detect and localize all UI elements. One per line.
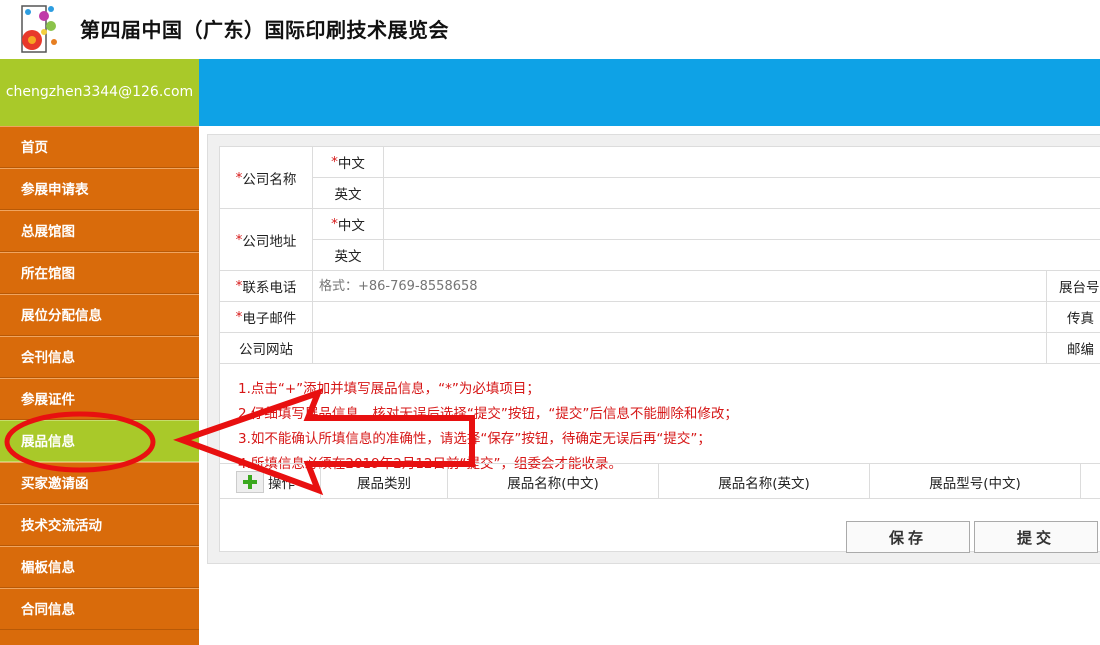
company-address-cn-field[interactable] bbox=[384, 209, 1100, 240]
sidebar-item-my-hall[interactable]: 所在馆图 bbox=[0, 252, 199, 294]
website-label: 公司网站 bbox=[220, 333, 313, 364]
sidebar-item-badges[interactable]: 参展证件 bbox=[0, 378, 199, 420]
app-root: 第四届中国（广东）国际印刷技术展览会 chengzhen3344@126.com… bbox=[0, 0, 1100, 645]
logo-icon bbox=[21, 5, 57, 53]
company-name-en-label: 英文 bbox=[313, 178, 384, 209]
sidebar-item-contract[interactable]: 合同信息 bbox=[0, 588, 199, 630]
email-label: * 电子邮件 bbox=[220, 302, 313, 333]
exhibit-form: * 公司名称 * 中文 英文 * 公司地址 * 中文 英文 * 联系电话 格式：… bbox=[219, 146, 1100, 553]
add-exhibit-button[interactable] bbox=[236, 471, 264, 493]
zip-label: 邮编 bbox=[1047, 333, 1100, 364]
company-name-cn-label: * 中文 bbox=[313, 147, 384, 178]
sidebar-item-fascia[interactable]: 楣板信息 bbox=[0, 546, 199, 588]
email-field[interactable] bbox=[313, 302, 1047, 333]
save-button[interactable]: 保存 bbox=[846, 521, 970, 553]
sidebar-item-tech-seminar[interactable]: 技术交流活动 bbox=[0, 504, 199, 546]
sidebar-item-catalogue[interactable]: 会刊信息 bbox=[0, 336, 199, 378]
booth-label: 展台号 bbox=[1047, 271, 1100, 302]
instruction-line: 1.点击“+”添加并填写展品信息，“*”为必填项目； bbox=[238, 381, 540, 397]
column-header-name-en: 展品名称(英文) bbox=[659, 464, 870, 499]
header: 第四届中国（广东）国际印刷技术展览会 bbox=[0, 0, 1100, 59]
company-address-en-field[interactable] bbox=[384, 240, 1100, 271]
sidebar-item-application[interactable]: 参展申请表 bbox=[0, 168, 199, 210]
fax-label: 传真 bbox=[1047, 302, 1100, 333]
company-address-cn-input[interactable] bbox=[390, 209, 1100, 239]
sidebar-item-buyer-invitation[interactable]: 买家邀请函 bbox=[0, 462, 199, 504]
content-panel: * 公司名称 * 中文 英文 * 公司地址 * 中文 英文 * 联系电话 格式：… bbox=[207, 134, 1100, 564]
phone-field[interactable] bbox=[313, 271, 1047, 302]
submit-button[interactable]: 提交 bbox=[974, 521, 1098, 553]
company-address-en-input[interactable] bbox=[390, 240, 1100, 270]
website-input[interactable] bbox=[319, 333, 1046, 363]
company-address-label: * 公司地址 bbox=[220, 209, 313, 271]
user-email: chengzhen3344@126.com bbox=[0, 59, 199, 126]
instruction-line: 3.如不能确认所填信息的准确性，请选择“保存”按钮，待确定无误后再“提交”； bbox=[238, 431, 711, 447]
company-name-en-field[interactable] bbox=[384, 178, 1100, 209]
company-name-label: * 公司名称 bbox=[220, 147, 313, 209]
phone-input[interactable] bbox=[319, 271, 1046, 301]
sidebar: 首页 参展申请表 总展馆图 所在馆图 展位分配信息 会刊信息 参展证件 展品信息… bbox=[0, 126, 199, 645]
sidebar-item-booth-allocation[interactable]: 展位分配信息 bbox=[0, 294, 199, 336]
company-address-cn-label: * 中文 bbox=[313, 209, 384, 240]
phone-label: * 联系电话 bbox=[220, 271, 313, 302]
page-title: 第四届中国（广东）国际印刷技术展览会 bbox=[80, 18, 449, 42]
company-name-cn-input[interactable] bbox=[390, 147, 1100, 177]
company-name-cn-field[interactable] bbox=[384, 147, 1100, 178]
plus-icon bbox=[243, 475, 257, 489]
column-header-action: 操作 bbox=[268, 475, 295, 492]
sidebar-item-exhibits[interactable]: 展品信息 bbox=[0, 420, 199, 462]
column-header-model-cn: 展品型号(中文) bbox=[870, 464, 1081, 499]
column-header-category: 展品类别 bbox=[320, 464, 448, 499]
exhibit-grid-header: 操作 展品类别 展品名称(中文) 展品名称(英文) 展品型号(中文) bbox=[220, 463, 1100, 499]
column-header-name-cn: 展品名称(中文) bbox=[448, 464, 659, 499]
email-input[interactable] bbox=[319, 302, 1046, 332]
sidebar-item-home[interactable]: 首页 bbox=[0, 126, 199, 168]
instruction-line: 2.仔细填写展品信息，核对无误后选择“提交”按钮，“提交”后信息不能删除和修改； bbox=[238, 406, 738, 422]
company-name-en-input[interactable] bbox=[390, 178, 1100, 208]
top-banner bbox=[199, 59, 1100, 126]
sidebar-item-hall-map[interactable]: 总展馆图 bbox=[0, 210, 199, 252]
company-address-en-label: 英文 bbox=[313, 240, 384, 271]
website-field[interactable] bbox=[313, 333, 1047, 364]
instructions: 1.点击“+”添加并填写展品信息，“*”为必填项目； 2.仔细填写展品信息，核对… bbox=[238, 377, 1100, 477]
